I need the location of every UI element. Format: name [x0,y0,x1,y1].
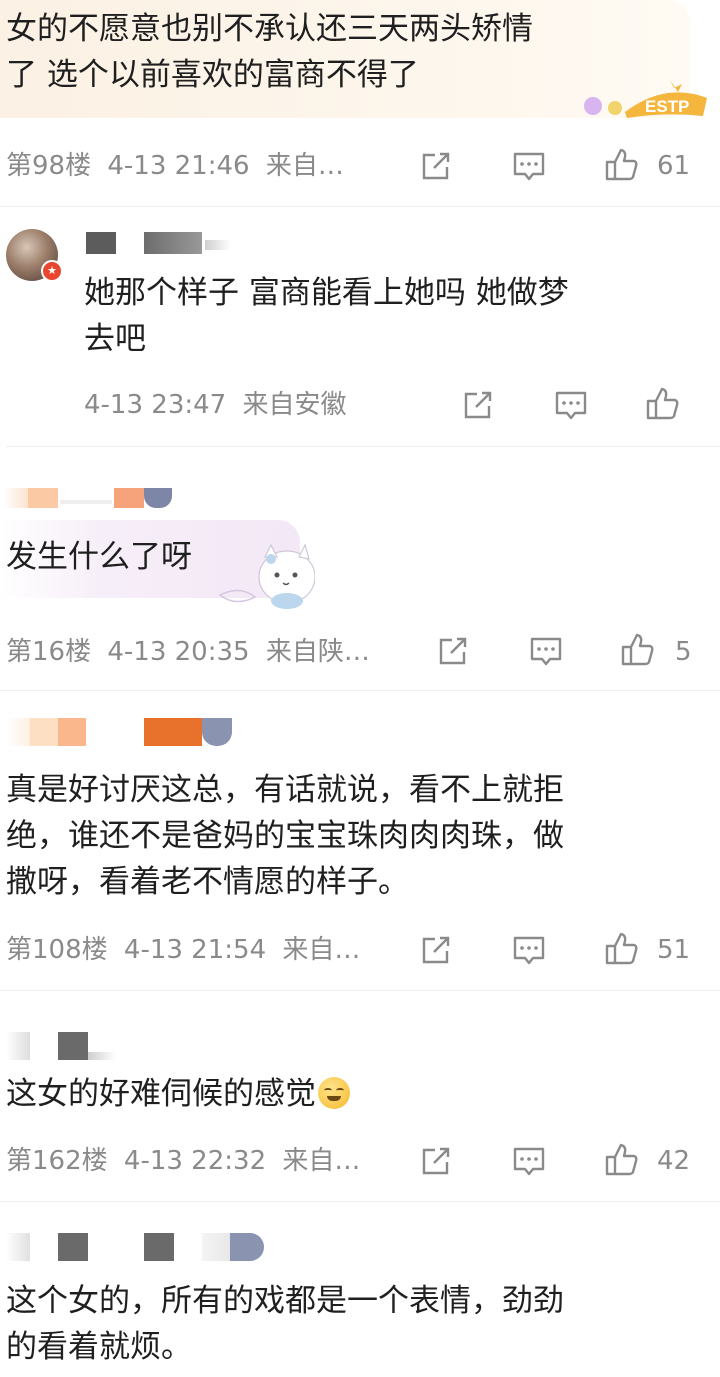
username-redacted [205,240,231,250]
divider [0,1201,720,1202]
estp-sticker: ESTP [575,72,710,120]
date-label: 4-13 21:46 [107,151,250,181]
date-label: 4-13 20:35 [107,637,250,667]
location-label: 来自… [265,151,344,181]
divider [0,990,720,991]
username-redacted[interactable] [58,718,86,746]
comment-icon[interactable] [511,932,547,968]
comment-meta: 4-13 23:47 来自安徽 [84,390,346,420]
share-icon[interactable] [418,1143,454,1179]
username-redacted[interactable] [30,718,58,746]
date-label: 4-13 21:54 [123,935,267,965]
username-redacted[interactable] [144,232,202,254]
share-icon[interactable] [435,633,471,669]
username-redacted[interactable] [4,488,28,508]
share-icon[interactable] [460,387,496,423]
like-count: 5 [675,637,692,667]
like-icon[interactable] [604,1141,640,1177]
comment-meta: 第162楼 4-13 22:32 来自… [6,1146,360,1176]
laughing-emoji-icon [318,1077,350,1109]
like-icon[interactable] [604,146,640,182]
comment-meta: 第16楼 4-13 20:35 来自陕… [6,637,370,667]
username-redacted[interactable] [202,718,232,746]
username-redacted[interactable] [6,1032,30,1060]
comment-text: 这个女的，所有的戏都是一个表情，劲劲 的看着就烦。 [6,1283,564,1365]
svg-text:ESTP: ESTP [645,97,689,116]
divider [6,446,720,447]
verified-badge-icon: ★ [41,260,63,282]
share-icon[interactable] [418,148,454,184]
floor-label: 第16楼 [6,637,92,667]
location-label: 来自… [282,1146,361,1176]
like-count: 42 [657,1146,691,1176]
username-redacted [88,1052,116,1060]
divider [0,206,720,207]
username-redacted[interactable] [230,1233,264,1261]
username-redacted [60,500,112,504]
floor-label: 第108楼 [6,935,108,965]
share-icon[interactable] [418,932,454,968]
comment-icon[interactable] [528,633,564,669]
username-redacted[interactable] [144,718,202,746]
like-icon[interactable] [620,631,656,667]
date-label: 4-13 22:32 [123,1146,267,1176]
comment-icon[interactable] [553,387,589,423]
like-count: 51 [657,935,691,965]
location-label: 来自安徽 [242,390,347,420]
like-count: 61 [657,151,691,181]
username-redacted[interactable] [58,1233,88,1261]
floor-label: 第98楼 [6,151,92,181]
comment-text: 她那个样子 富商能看上她吗 她做梦 去吧 [84,275,569,357]
username-redacted[interactable] [114,488,144,508]
username-redacted[interactable] [58,1032,88,1060]
username-redacted[interactable] [28,488,58,508]
comment-text: 发生什么了呀 [6,539,192,575]
floor-label: 第162楼 [6,1146,108,1176]
comment-meta: 第108楼 4-13 21:54 来自… [6,935,360,965]
username-redacted[interactable] [86,232,116,254]
cat-sticker [215,535,316,610]
comment-meta: 第98楼 4-13 21:46 来自… [6,151,344,181]
divider [0,690,720,691]
username-redacted[interactable] [6,1233,30,1261]
comment-text: 真是好讨厌这总，有话就说，看不上就拒 绝，谁还不是爸妈的宝宝珠肉肉肉珠，做 撒呀… [6,772,564,900]
username-redacted[interactable] [144,488,172,508]
location-label: 来自… [282,935,361,965]
comment-icon[interactable] [511,148,547,184]
location-label: 来自陕… [265,637,370,667]
comment-icon[interactable] [511,1143,547,1179]
like-icon[interactable] [604,930,640,966]
username-redacted[interactable] [144,1233,174,1261]
like-icon[interactable] [645,385,681,421]
date-label: 4-13 23:47 [84,390,227,420]
username-redacted[interactable] [202,1233,230,1261]
comment-text: 这女的好难伺候的感觉 [6,1071,350,1117]
username-redacted[interactable] [6,718,30,746]
comment-text: 女的不愿意也别不承认还三天两头矫情 了 选个以前喜欢的富商不得了 [6,11,533,93]
